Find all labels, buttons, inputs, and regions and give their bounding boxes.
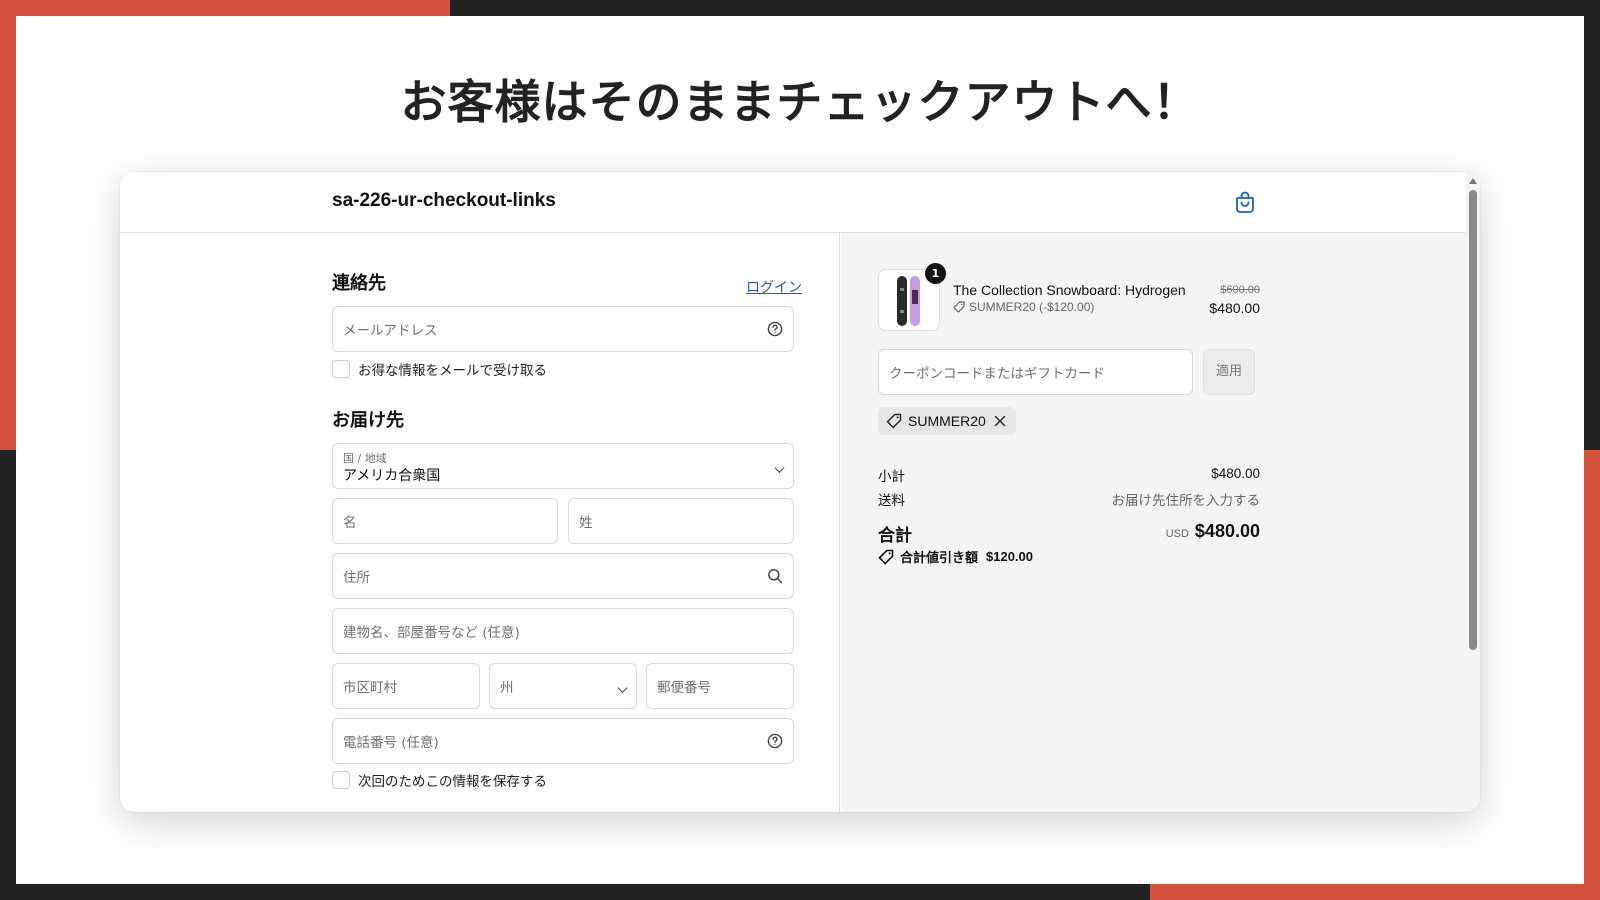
- delivery-section-title: お届け先: [332, 410, 404, 431]
- email-field[interactable]: メールアドレス: [332, 306, 794, 352]
- tag-icon: [878, 549, 894, 565]
- last-name-field[interactable]: 姓: [568, 498, 794, 544]
- save-info-option[interactable]: 次回のためこの情報を保存する: [332, 770, 547, 790]
- shipping-label: 送料: [878, 493, 905, 509]
- store-name[interactable]: sa-226-ur-checkout-links: [332, 190, 556, 212]
- city-placeholder: 市区町村: [343, 680, 397, 696]
- newsletter-option[interactable]: お得な情報をメールで受け取る: [332, 359, 547, 379]
- quantity-badge: 1: [925, 263, 946, 284]
- newsletter-checkbox[interactable]: [332, 360, 350, 378]
- apartment-placeholder: 建物名、部屋番号など (任意): [343, 625, 520, 641]
- checkout-window: sa-226-ur-checkout-links 連絡先 ログイン メールアドレ…: [120, 172, 1480, 812]
- email-placeholder: メールアドレス: [343, 323, 438, 339]
- order-summary: 1 The Collection Snowboard: Hydrogen SUM…: [841, 233, 1466, 812]
- last-name-placeholder: 姓: [579, 515, 593, 531]
- scroll-up-arrow-icon[interactable]: [1469, 178, 1477, 184]
- total-amount: $480.00: [1194, 521, 1260, 541]
- country-select[interactable]: 国 / 地域 アメリカ合衆国: [332, 443, 794, 489]
- state-select[interactable]: 州: [489, 663, 637, 709]
- country-label: 国 / 地域: [343, 452, 387, 465]
- discounted-price: $480.00: [1209, 300, 1260, 316]
- scroll-thumb[interactable]: [1469, 190, 1477, 650]
- close-icon[interactable]: [994, 415, 1006, 427]
- coupon-input[interactable]: クーポンコードまたはギフトカード: [878, 349, 1193, 395]
- store-header: sa-226-ur-checkout-links: [120, 172, 1466, 233]
- country-value: アメリカ合衆国: [343, 468, 441, 484]
- applied-discount-chip: SUMMER20: [878, 407, 1016, 435]
- total-savings: 合計値引き額 $120.00: [878, 547, 1033, 566]
- save-info-checkbox[interactable]: [332, 771, 350, 789]
- subtotal-value: $480.00: [1211, 466, 1260, 481]
- chevron-down-icon: [774, 457, 785, 476]
- total-currency: USD: [1165, 528, 1189, 540]
- applied-code: SUMMER20: [908, 413, 986, 429]
- accent-band-top: [0, 0, 450, 16]
- subtotal-label: 小計: [878, 469, 905, 485]
- newsletter-label: お得な情報をメールで受け取る: [358, 363, 547, 379]
- accent-band-right: [1584, 450, 1600, 900]
- city-field[interactable]: 市区町村: [332, 663, 480, 709]
- apartment-field[interactable]: 建物名、部屋番号など (任意): [332, 608, 794, 654]
- shipping-value: お届け先住所を入力する: [1111, 493, 1261, 509]
- contact-section-title: 連絡先: [332, 273, 386, 294]
- login-link[interactable]: ログイン: [746, 277, 802, 297]
- accent-band-bottom: [1150, 884, 1600, 900]
- chevron-down-icon: [617, 677, 628, 696]
- tag-icon: [886, 413, 902, 429]
- zip-field[interactable]: 郵便番号: [646, 663, 794, 709]
- tag-icon: [953, 301, 965, 313]
- search-icon: [768, 569, 783, 584]
- product-discount-label: SUMMER20 (-$120.00): [969, 300, 1095, 314]
- product-name: The Collection Snowboard: Hydrogen: [953, 282, 1186, 298]
- total: USD $480.00: [1166, 521, 1260, 542]
- first-name-field[interactable]: 名: [332, 498, 558, 544]
- phone-placeholder: 電話番号 (任意): [343, 735, 439, 751]
- checkout-form: 連絡先 ログイン メールアドレス お得な情報をメールで受け取る お届け先 国 /…: [120, 233, 840, 812]
- help-icon[interactable]: [767, 733, 783, 749]
- savings-amount: $120.00: [986, 549, 1034, 564]
- address-placeholder: 住所: [343, 570, 370, 586]
- apply-coupon-button[interactable]: 適用: [1203, 349, 1255, 395]
- total-label: 合計: [878, 526, 912, 546]
- coupon-placeholder: クーポンコードまたはギフトカード: [889, 366, 1105, 382]
- shopping-bag-icon[interactable]: [1234, 190, 1256, 214]
- slide: お客様はそのままチェックアウトへ！ sa-226-ur-checkout-lin…: [16, 16, 1584, 884]
- address-field[interactable]: 住所: [332, 553, 794, 599]
- phone-field[interactable]: 電話番号 (任意): [332, 718, 794, 764]
- product-discount: SUMMER20 (-$120.00): [953, 300, 1094, 314]
- slide-headline: お客様はそのままチェックアウトへ！: [400, 75, 1200, 129]
- original-price: $600.00: [1220, 284, 1260, 296]
- save-info-label: 次回のためこの情報を保存する: [358, 774, 547, 790]
- help-icon[interactable]: [767, 321, 783, 337]
- first-name-placeholder: 名: [343, 515, 357, 531]
- accent-band-left: [0, 0, 16, 450]
- savings-label: 合計値引き額: [900, 551, 979, 566]
- state-placeholder: 州: [500, 680, 514, 696]
- scrollbar[interactable]: [1466, 172, 1480, 812]
- zip-placeholder: 郵便番号: [657, 680, 711, 696]
